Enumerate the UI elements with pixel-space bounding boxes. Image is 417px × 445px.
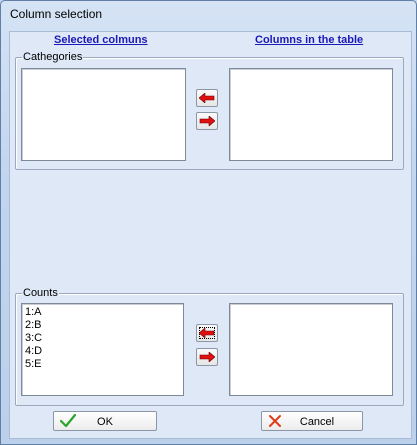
window-title: Column selection xyxy=(10,7,103,21)
cancel-button-label: Cancel xyxy=(299,416,335,428)
counts-group-label: Counts xyxy=(22,287,59,299)
red-arrow-left-icon xyxy=(199,328,215,338)
counts-available-list[interactable] xyxy=(229,303,393,396)
categories-selected-list[interactable] xyxy=(21,68,186,161)
list-item[interactable]: 1:A xyxy=(22,306,183,319)
counts-selected-list[interactable]: 1:A 2:B 3:C 4:D 5:E xyxy=(21,303,184,396)
red-arrow-right-icon xyxy=(199,352,215,362)
categories-available-list[interactable] xyxy=(229,68,393,161)
table-columns-header[interactable]: Columns in the table xyxy=(255,34,363,46)
list-item[interactable]: 5:E xyxy=(22,358,183,371)
selected-columns-header[interactable]: Selected colmuns xyxy=(54,34,148,46)
categories-move-left-button[interactable] xyxy=(196,89,218,107)
categories-move-right-button[interactable] xyxy=(196,112,218,130)
counts-move-right-button[interactable] xyxy=(196,348,218,366)
list-item[interactable]: 2:B xyxy=(22,319,183,332)
list-item[interactable]: 4:D xyxy=(22,345,183,358)
categories-group-label: Cathegories xyxy=(22,51,84,63)
counts-move-left-button[interactable] xyxy=(196,324,218,342)
red-arrow-right-icon xyxy=(199,116,215,126)
column-selection-dialog: Column selection Selected colmuns Column… xyxy=(0,0,417,445)
title-bar[interactable]: Column selection xyxy=(1,1,416,25)
list-item[interactable]: 3:C xyxy=(22,332,183,345)
ok-button[interactable]: OK xyxy=(53,411,157,431)
red-arrow-left-icon xyxy=(199,93,215,103)
cancel-button[interactable]: Cancel xyxy=(261,411,363,431)
ok-button-label: OK xyxy=(97,416,113,428)
